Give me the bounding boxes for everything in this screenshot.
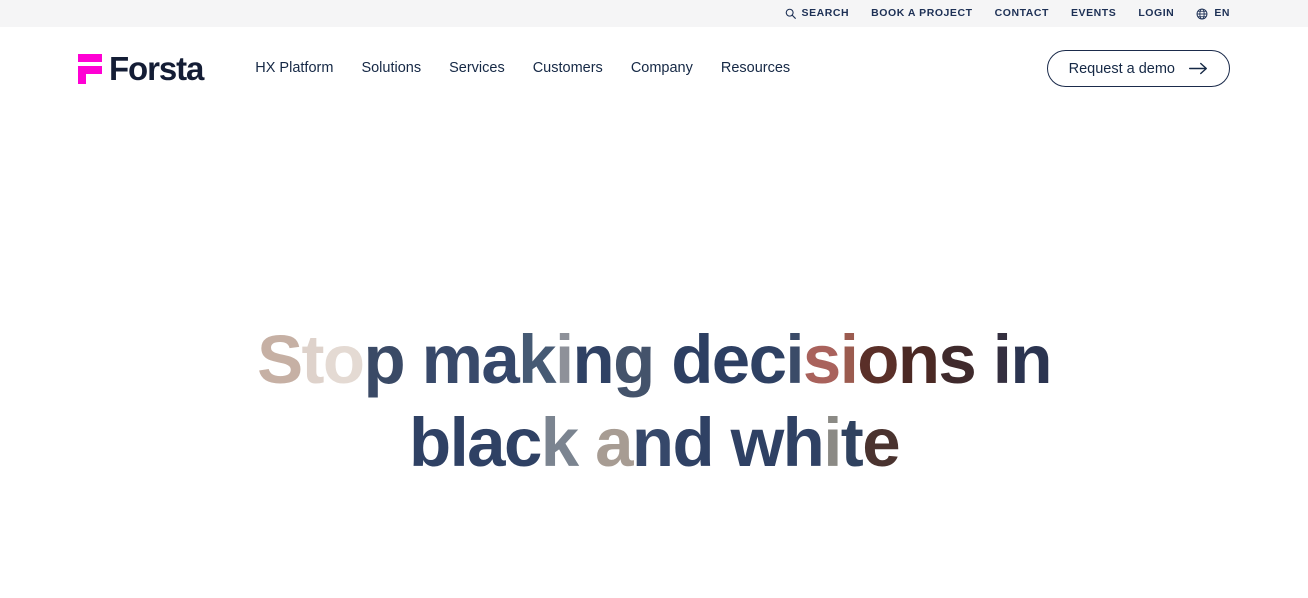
headline-letter: b [409, 404, 451, 482]
utility-link-search-label: SEARCH [801, 7, 850, 20]
hero-section: Stop making decisions in black and white [0, 110, 1308, 598]
utility-link-contact[interactable]: CONTACT [995, 8, 1049, 19]
headline-letter: i [839, 321, 859, 398]
headline-letter: o [857, 321, 899, 398]
headline-letter: n [631, 404, 674, 482]
utility-link-book-a-project[interactable]: BOOK A PROJECT [871, 8, 972, 19]
headline-letter: e [862, 404, 900, 482]
language-selector[interactable]: EN [1196, 8, 1230, 20]
headline-letter: s [938, 321, 976, 398]
forsta-logo[interactable]: Forsta [78, 50, 204, 87]
headline-letter: m [421, 321, 483, 398]
hero-inner: Stop making decisions in black and white [204, 110, 1104, 485]
headline-letter: k [518, 321, 556, 398]
headline-letter: l [449, 404, 469, 482]
nav-item-customers[interactable]: Customers [533, 61, 603, 76]
headline-letter: s [802, 321, 841, 398]
request-a-demo-button[interactable]: Request a demo [1046, 50, 1230, 87]
headline-letter: h [782, 404, 825, 482]
headline-letter: S [257, 321, 303, 398]
utility-nav: SEARCH BOOK A PROJECT CONTACT EVENTS LOG… [785, 8, 1230, 20]
headline-letter: k [540, 404, 579, 482]
headline-letter: c [503, 404, 542, 482]
utility-link-events[interactable]: EVENTS [1071, 8, 1116, 19]
site-header: Forsta HX Platform Solutions Services Cu… [0, 27, 1308, 110]
headline-letter: i [785, 321, 804, 398]
headline-letter: e [711, 321, 750, 398]
headline-letter [578, 404, 596, 481]
language-selector-label: EN [1214, 7, 1230, 20]
headline-letter: c [748, 321, 787, 398]
nav-item-services[interactable]: Services [449, 61, 505, 76]
headline-letter: n [572, 321, 615, 398]
headline-letter: d [671, 321, 713, 398]
arrow-right-icon [1189, 62, 1208, 75]
headline-letter: a [481, 321, 519, 398]
utility-bar: SEARCH BOOK A PROJECT CONTACT EVENTS LOG… [0, 0, 1308, 27]
primary-nav: HX Platform Solutions Services Customers… [255, 61, 790, 76]
headline-letter [404, 321, 422, 398]
nav-item-resources[interactable]: Resources [721, 61, 790, 76]
headline-letter: d [672, 404, 714, 482]
headline-letter: a [467, 404, 505, 482]
headline-letter: t [301, 321, 325, 398]
headline-letter [713, 404, 731, 481]
headline-letter: i [823, 404, 842, 482]
forsta-wordmark: Forsta [109, 50, 204, 87]
request-a-demo-label: Request a demo [1068, 60, 1175, 77]
utility-link-search[interactable]: SEARCH [785, 8, 850, 19]
headline-letter: p [363, 321, 405, 398]
headline-letter: n [897, 321, 940, 398]
search-icon [785, 8, 796, 19]
hero-headline: Stop making decisions in black and white [204, 318, 1104, 485]
headline-letter: w [730, 404, 785, 482]
headline-letter: a [595, 404, 633, 482]
nav-item-solutions[interactable]: Solutions [361, 61, 421, 76]
globe-icon [1196, 8, 1208, 20]
headline-letter: n [1010, 321, 1052, 398]
utility-link-events-label: EVENTS [1071, 7, 1117, 20]
forsta-logo-mark-icon [78, 53, 102, 84]
nav-item-company[interactable]: Company [631, 61, 693, 76]
headline-letter [975, 321, 993, 398]
headline-letter [654, 321, 672, 398]
nav-item-hx-platform[interactable]: HX Platform [255, 61, 333, 76]
utility-link-book-a-project-label: BOOK A PROJECT [871, 7, 973, 20]
utility-link-login[interactable]: LOGIN [1138, 8, 1174, 19]
utility-link-login-label: LOGIN [1138, 7, 1175, 20]
headline-letter: o [322, 321, 365, 398]
headline-letter: i [554, 321, 574, 398]
headline-letter: g [613, 321, 655, 398]
headline-letter: t [840, 404, 864, 482]
headline-letter: i [992, 321, 1012, 398]
utility-link-contact-label: CONTACT [994, 7, 1049, 20]
